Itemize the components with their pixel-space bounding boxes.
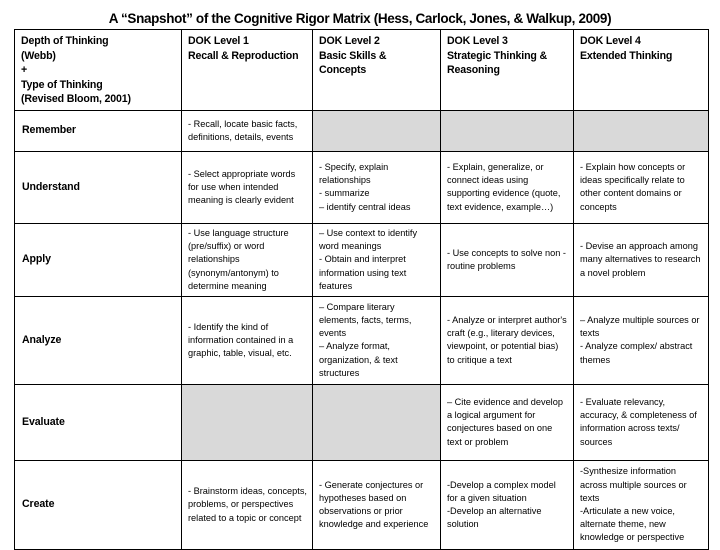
- row-header-apply: Apply: [14, 222, 182, 297]
- row-header-remember: Remember: [14, 109, 182, 152]
- cell-evaluate-dok1: [181, 383, 313, 461]
- cell-analyze-dok2: – Compare literary elements, facts, term…: [312, 295, 441, 385]
- cell-remember-dok2: [312, 109, 441, 152]
- cell-understand-dok3: - Explain, generalize, or connect ideas …: [440, 150, 574, 224]
- column-header-dok-level-2: DOK Level 2 Basic Skills & Concepts: [312, 29, 441, 111]
- table-row: Analyze - Identify the kind of informati…: [14, 295, 709, 385]
- cell-create-dok3: -Develop a complex model for a given sit…: [440, 459, 574, 550]
- column-header-dok-level-4: DOK Level 4 Extended Thinking: [573, 29, 709, 111]
- cell-remember-dok1: - Recall, locate basic facts, definition…: [181, 109, 313, 152]
- column-header-depth-of-thinking: Depth of Thinking (Webb) + Type of Think…: [14, 29, 182, 111]
- table-row: Understand - Select appropriate words fo…: [14, 150, 709, 224]
- table-row: Evaluate – Cite evidence and develop a l…: [14, 383, 709, 461]
- cell-create-dok4: -Synthesize information across multiple …: [573, 459, 709, 550]
- table-row: Apply - Use language structure (pre/suff…: [14, 222, 709, 297]
- column-header-dok-level-1: DOK Level 1 Recall & Reproduction: [181, 29, 313, 111]
- column-header-dok-level-3: DOK Level 3 Strategic Thinking & Reasoni…: [440, 29, 574, 111]
- cell-analyze-dok3: - Analyze or interpret author's craft (e…: [440, 295, 574, 385]
- cell-apply-dok2: – Use context to identify word meanings …: [312, 222, 441, 297]
- table-row: Remember - Recall, locate basic facts, d…: [14, 109, 709, 152]
- cell-create-dok1: - Brainstorm ideas, concepts, problems, …: [181, 459, 313, 550]
- cognitive-rigor-matrix-table: Depth of Thinking (Webb) + Type of Think…: [14, 29, 709, 550]
- cell-apply-dok1: - Use language structure (pre/suffix) or…: [181, 222, 313, 297]
- table-header-row: Depth of Thinking (Webb) + Type of Think…: [14, 29, 709, 111]
- cell-analyze-dok4: – Analyze multiple sources or texts - An…: [573, 295, 709, 385]
- cell-analyze-dok1: - Identify the kind of information conta…: [181, 295, 313, 385]
- page-title: A “Snapshot” of the Cognitive Rigor Matr…: [108, 11, 612, 26]
- cell-evaluate-dok4: - Evaluate relevancy, accuracy, & comple…: [573, 383, 709, 461]
- cognitive-rigor-matrix-page: A “Snapshot” of the Cognitive Rigor Matr…: [0, 0, 720, 550]
- cell-apply-dok4: - Devise an approach among many alternat…: [573, 222, 709, 297]
- cell-understand-dok1: - Select appropriate words for use when …: [181, 150, 313, 224]
- table-row: Create - Brainstorm ideas, concepts, pro…: [14, 459, 709, 550]
- cell-remember-dok4: [573, 109, 709, 152]
- row-header-evaluate: Evaluate: [14, 383, 182, 461]
- cell-create-dok2: - Generate conjectures or hypotheses bas…: [312, 459, 441, 550]
- row-header-analyze: Analyze: [14, 295, 182, 385]
- row-header-create: Create: [14, 459, 182, 550]
- cell-understand-dok4: - Explain how concepts or ideas specific…: [573, 150, 709, 224]
- cell-remember-dok3: [440, 109, 574, 152]
- cell-apply-dok3: - Use concepts to solve non -routine pro…: [440, 222, 574, 297]
- row-header-understand: Understand: [14, 150, 182, 224]
- cell-evaluate-dok2: [312, 383, 441, 461]
- cell-evaluate-dok3: – Cite evidence and develop a logical ar…: [440, 383, 574, 461]
- cell-understand-dok2: - Specify, explain relationships - summa…: [312, 150, 441, 224]
